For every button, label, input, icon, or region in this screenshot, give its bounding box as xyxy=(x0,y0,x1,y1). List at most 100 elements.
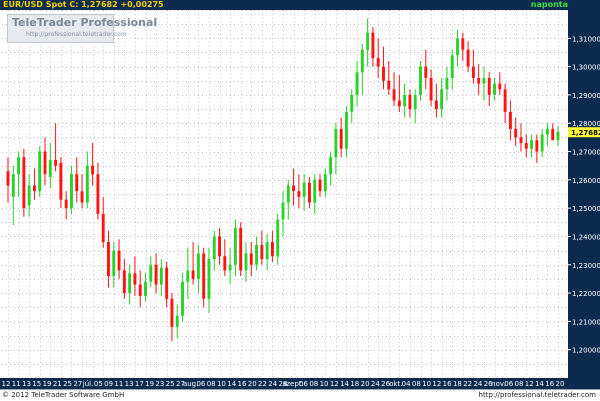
candle-up xyxy=(450,55,454,78)
price-tick-label: 1,26000 xyxy=(572,177,600,185)
time-tick-label: 20 xyxy=(556,380,565,388)
candle-up xyxy=(530,140,534,149)
time-tick-label: 11 xyxy=(114,380,123,388)
candle-down xyxy=(32,185,36,192)
time-tick-label: 08 xyxy=(515,380,524,388)
candle-up xyxy=(70,174,73,209)
candle-up xyxy=(345,111,348,149)
candle-down xyxy=(107,242,110,277)
time-tick-label: 06 xyxy=(504,380,513,388)
candle-up xyxy=(419,66,422,95)
candle-down xyxy=(471,66,475,78)
time-tick-label: 24 xyxy=(268,380,277,388)
time-tick-label: 17 xyxy=(135,380,144,388)
candle-up xyxy=(265,242,269,260)
candle-up xyxy=(128,273,132,294)
candle-down xyxy=(133,273,137,285)
candle-up xyxy=(212,236,216,260)
price-tick-label: 1,25000 xyxy=(572,205,600,213)
candle-up xyxy=(144,281,147,296)
candle-down xyxy=(392,89,396,101)
candle-down xyxy=(514,128,518,138)
candle-up xyxy=(27,185,31,206)
candle-up xyxy=(196,253,200,279)
time-tick-label: 24 xyxy=(371,380,380,388)
candle-down xyxy=(382,66,385,81)
time-tick-label: 18 xyxy=(453,380,462,388)
candle-down xyxy=(408,94,412,110)
candle-up xyxy=(38,151,42,192)
time-tick-label: 06 xyxy=(196,380,205,388)
candle-down xyxy=(43,151,47,175)
time-tick-label: 08 xyxy=(207,380,216,388)
price-tick-label: 1,20000 xyxy=(572,347,600,355)
candle-down xyxy=(54,160,58,166)
time-tick-label: 04 xyxy=(402,380,411,388)
price-tick-label: 1,23000 xyxy=(572,262,600,270)
candle-up xyxy=(17,157,21,175)
candle-up xyxy=(323,174,327,192)
candle-down xyxy=(154,264,158,285)
time-tick-label: 08 xyxy=(309,380,318,388)
time-tick-label: 14 xyxy=(227,380,236,388)
candle-down xyxy=(91,165,95,175)
candle-down xyxy=(551,128,555,141)
candle-down xyxy=(524,143,528,149)
candle-up xyxy=(493,83,496,95)
candle-up xyxy=(350,94,354,112)
candle-up xyxy=(302,182,306,197)
copyright-text: © 2012 TeleTrader Software GmbH xyxy=(2,391,125,399)
candle-down xyxy=(292,185,296,192)
time-tick-label: 23 xyxy=(155,380,164,388)
price-tick-label: 1,29000 xyxy=(572,92,600,100)
time-tick-label: 14 xyxy=(535,380,544,388)
candle-up xyxy=(228,264,232,271)
candle-up xyxy=(149,264,153,282)
candle-up xyxy=(313,179,317,203)
candle-up xyxy=(244,253,248,271)
candle-down xyxy=(223,256,227,271)
candle-down xyxy=(503,89,507,112)
candle-up xyxy=(48,160,52,178)
last-price-marker-label: 1,27682 xyxy=(571,129,600,137)
price-tick-label: 1,21000 xyxy=(572,318,600,326)
candle-down xyxy=(80,191,84,203)
candle-down xyxy=(487,77,491,95)
candle-up xyxy=(366,32,370,50)
candle-up xyxy=(85,165,89,203)
time-tick-label: 12 xyxy=(525,380,534,388)
candle-down xyxy=(387,80,391,90)
watermark-url: http://professional.teletrader.com xyxy=(26,31,127,38)
candle-down xyxy=(59,162,63,200)
candle-down xyxy=(117,250,121,271)
candle-up xyxy=(360,49,364,73)
candle-up xyxy=(413,94,417,110)
candle-down xyxy=(339,128,343,149)
candle-down xyxy=(75,174,79,192)
candle-down xyxy=(101,213,105,243)
candle-up xyxy=(276,219,280,257)
candle-down xyxy=(202,253,206,299)
time-tick-label: 12 xyxy=(432,380,441,388)
time-tick-label: 06 xyxy=(299,380,308,388)
time-tick-label: 12 xyxy=(330,380,339,388)
price-tick-label: 1,28000 xyxy=(572,120,600,128)
candle-up xyxy=(175,315,179,328)
candle-up xyxy=(456,38,459,56)
candle-up xyxy=(445,77,449,90)
candle-up xyxy=(207,259,211,299)
candle-down xyxy=(434,100,438,110)
watermark-brand: TeleTrader Professional xyxy=(12,16,158,29)
price-tick-label: 1,22000 xyxy=(572,290,600,298)
candle-down xyxy=(64,199,68,209)
candle-up xyxy=(11,174,15,197)
candle-down xyxy=(376,58,380,67)
candle-up xyxy=(255,244,259,265)
candle-down xyxy=(461,38,465,50)
candle-down xyxy=(498,83,502,90)
time-tick-label: 10 xyxy=(320,380,329,388)
time-tick-label: 05 xyxy=(94,380,103,388)
time-tick-label: 22 xyxy=(463,380,472,388)
candle-up xyxy=(329,157,333,175)
time-tick-label: 13 xyxy=(125,380,134,388)
